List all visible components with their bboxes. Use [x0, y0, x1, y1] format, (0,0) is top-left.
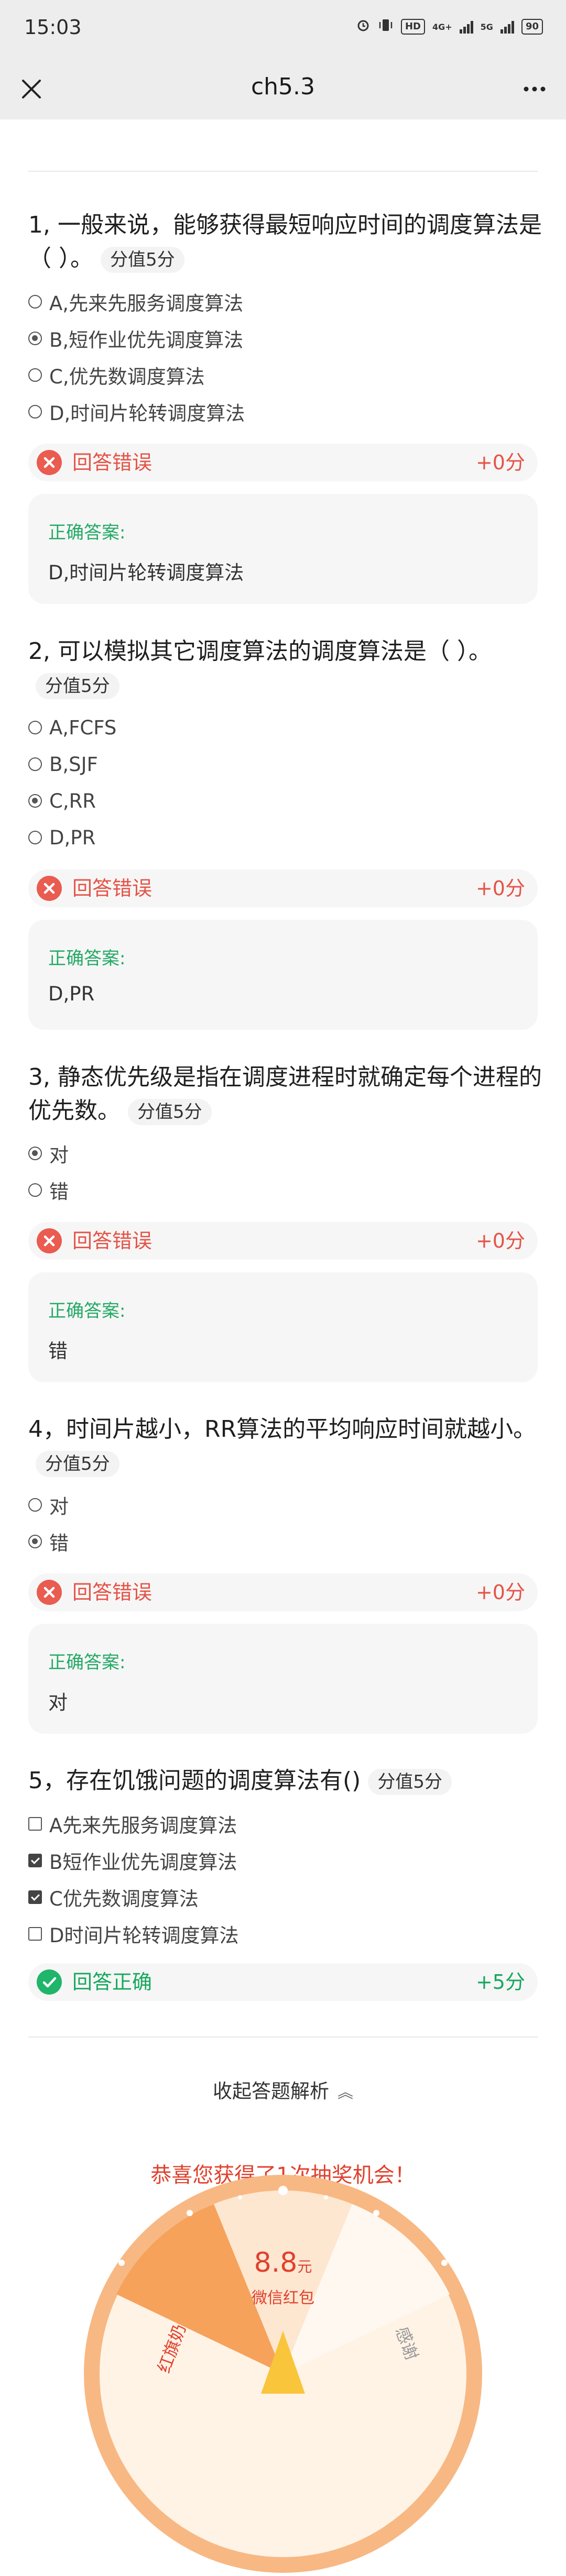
- question-4-title: 4，时间片越小，RR算法的平均响应时间就越小。分值5分: [28, 1413, 542, 1480]
- question-5-text: 5，存在饥饿问题的调度算法有(): [28, 1767, 361, 1794]
- question-2-title: 2, 可以模拟其它调度算法的调度算法是（ ）。分值5分: [28, 635, 542, 702]
- radio-icon: [28, 721, 42, 734]
- question-4-result: 回答错误 +0分: [28, 1573, 538, 1611]
- radio-icon: [28, 831, 42, 844]
- question-2-answer: 正确答案: D,PR: [28, 920, 538, 1030]
- lottery-wheel[interactable]: 8.8元 微信红包 红旗奶 感谢: [83, 2174, 483, 2574]
- radio-icon: [28, 405, 42, 419]
- question-2-option-d[interactable]: D,PR: [28, 822, 95, 853]
- question-5-option-b[interactable]: B短作业优先调度算法: [28, 1845, 237, 1876]
- score-tag: 分值5分: [36, 1451, 119, 1477]
- question-4-option-false[interactable]: 错: [28, 1526, 69, 1557]
- question-2-text: 2, 可以模拟其它调度算法的调度算法是（ ）。: [28, 638, 492, 665]
- question-4-answer: 正确答案: 对: [28, 1624, 538, 1734]
- alarm-icon: [356, 18, 371, 36]
- question-5-option-c[interactable]: C优先数调度算法: [28, 1881, 199, 1913]
- score-tag: 分值5分: [128, 1099, 212, 1125]
- page-title: ch5.3: [251, 73, 315, 100]
- net-4g-label: 4G+: [432, 21, 452, 32]
- prize-amount: 8.8元: [254, 2247, 312, 2278]
- question-1-option-d[interactable]: D,时间片轮转调度算法: [28, 396, 245, 427]
- checkbox-checked-icon: [28, 1854, 42, 1867]
- question-2-result: 回答错误 +0分: [28, 869, 538, 907]
- question-1-option-b[interactable]: B,短作业优先调度算法: [28, 323, 243, 354]
- question-5-option-d[interactable]: D时间片轮转调度算法: [28, 1918, 239, 1950]
- radio-icon: [28, 368, 42, 382]
- score-tag: 分值5分: [368, 1769, 452, 1795]
- radio-icon: [28, 295, 42, 309]
- question-3-result: 回答错误 +0分: [28, 1222, 538, 1260]
- collapse-analysis-button[interactable]: 收起答题解析 ︽: [0, 2075, 566, 2104]
- question-5-option-a[interactable]: A先来先服务调度算法: [28, 1808, 237, 1840]
- nav-bar: ch5.3: [0, 58, 566, 119]
- checkbox-icon: [28, 1817, 42, 1831]
- radio-icon: [28, 1498, 42, 1512]
- radio-checked-icon: [28, 1147, 42, 1160]
- score-tag: 分值5分: [101, 247, 184, 273]
- radio-checked-icon: [28, 332, 42, 345]
- wrong-icon: [37, 1580, 62, 1605]
- wrong-icon: [37, 876, 62, 901]
- status-icons: HD 4G+ 5G 90: [356, 18, 543, 36]
- question-2-option-c[interactable]: C,RR: [28, 785, 96, 817]
- top-divider: [28, 171, 538, 172]
- question-1-option-c[interactable]: C,优先数调度算法: [28, 359, 205, 391]
- bottom-divider: [28, 2036, 538, 2038]
- question-2-option-a[interactable]: A,FCFS: [28, 712, 116, 743]
- check-icon: [37, 1969, 62, 1995]
- question-1-answer: 正确答案: D,时间片轮转调度算法: [28, 494, 538, 604]
- net-5g-label: 5G: [480, 21, 493, 32]
- more-icon[interactable]: [519, 73, 550, 105]
- question-1-title: 1, 一般来说，能够获得最短响应时间的调度算法是（ ）。 分值5分: [28, 208, 542, 276]
- status-bar: 15:03 HD 4G+ 5G 90: [0, 0, 566, 58]
- question-5-result: 回答正确 +5分: [28, 1963, 538, 2001]
- question-3-title: 3, 静态优先级是指在调度进程时就确定每个进程的优先数。 分值5分: [28, 1061, 542, 1128]
- question-4-option-true[interactable]: 对: [28, 1489, 69, 1521]
- checkbox-icon: [28, 1927, 42, 1941]
- radio-icon: [28, 757, 42, 771]
- radio-icon: [28, 1183, 42, 1197]
- question-1-result: 回答错误 +0分: [28, 444, 538, 481]
- chevron-up-icon: ︽: [338, 2084, 353, 2102]
- signal-icon-2: [500, 20, 514, 34]
- battery-icon: 90: [521, 19, 543, 35]
- question-3-text: 3, 静态优先级是指在调度进程时就确定每个进程的优先数。: [28, 1064, 542, 1124]
- question-3-option-true[interactable]: 对: [28, 1138, 69, 1169]
- radio-checked-icon: [28, 794, 42, 808]
- question-1-option-a[interactable]: A,先来先服务调度算法: [28, 286, 243, 317]
- radio-checked-icon: [28, 1535, 42, 1548]
- question-3-answer: 正确答案: 错: [28, 1272, 538, 1382]
- question-5-title: 5，存在饥饿问题的调度算法有() 分值5分: [28, 1764, 542, 1798]
- question-3-option-false[interactable]: 错: [28, 1174, 69, 1206]
- status-time: 15:03: [24, 16, 82, 39]
- question-4-text: 4，时间片越小，RR算法的平均响应时间就越小。: [28, 1416, 537, 1443]
- score-tag: 分值5分: [36, 673, 119, 699]
- checkbox-checked-icon: [28, 1890, 42, 1904]
- wrong-icon: [37, 450, 62, 475]
- question-2-option-b[interactable]: B,SJF: [28, 748, 98, 780]
- signal-icon: [459, 20, 473, 34]
- wrong-icon: [37, 1228, 62, 1253]
- hd-icon: HD: [400, 19, 425, 35]
- prize-desc: 微信红包: [252, 2289, 314, 2307]
- vibrate-icon: [378, 18, 394, 36]
